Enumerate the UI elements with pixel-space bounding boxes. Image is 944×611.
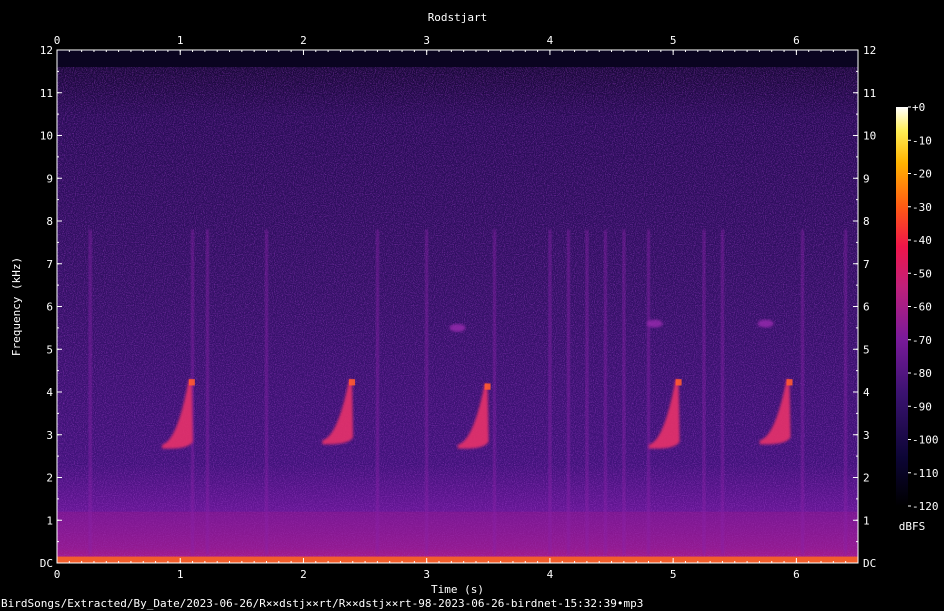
colorbar-tick-label: -100 — [912, 434, 939, 447]
y-tick-label-right: 2 — [863, 472, 870, 485]
y-tick-label-left: 3 — [46, 429, 53, 442]
x-tick-label-top: 6 — [793, 34, 800, 47]
click-streak — [702, 229, 706, 555]
click-streak — [844, 229, 848, 555]
song-call-peak — [349, 379, 356, 386]
click-streak — [603, 229, 607, 555]
chirp — [757, 319, 774, 328]
colorbar-gradient — [896, 107, 908, 506]
colorbar-tick-label: +0 — [912, 101, 925, 114]
y-tick-label-right: 1 — [863, 514, 870, 527]
click-streak — [205, 229, 209, 555]
y-tick-label-left: 9 — [46, 172, 53, 185]
colorbar-tick-label: -120 — [912, 500, 939, 513]
y-tick-label-right: 10 — [863, 130, 876, 143]
y-tick-label-right: 8 — [863, 215, 870, 228]
colorbar-tick-label: -60 — [912, 301, 932, 314]
y-tick-label-left: 6 — [46, 301, 53, 314]
x-tick-label-top: 1 — [177, 34, 184, 47]
x-tick-label-bottom: 5 — [670, 568, 677, 581]
dc-band — [57, 556, 858, 563]
y-tick-label-left: 10 — [40, 130, 53, 143]
colorbar-tick-label: -90 — [912, 400, 932, 413]
colorbar: +0 -10 -20 -30 -40 -50 -60 -70 -80 -90 -100 -110 -12… — [896, 101, 939, 533]
x-tick-label-top: 0 — [54, 34, 61, 47]
y-tick-label-right: 5 — [863, 343, 870, 356]
y-tick-label-left: 4 — [46, 386, 53, 399]
spectrogram-plot — [57, 50, 858, 563]
colorbar-label: dBFS — [899, 520, 926, 533]
click-streak — [375, 229, 379, 555]
low-band — [57, 511, 858, 555]
y-tick-label-right: 7 — [863, 258, 870, 271]
y-tick-label-right: 6 — [863, 301, 870, 314]
noise-texture — [57, 67, 858, 563]
click-streak — [425, 229, 429, 555]
x-tick-label-bottom: 1 — [177, 568, 184, 581]
x-tick-label-top: 5 — [670, 34, 677, 47]
click-streak — [647, 229, 651, 555]
chart-title: Rodstjart — [428, 11, 488, 24]
click-streak — [548, 229, 552, 555]
x-tick-label-bottom: 2 — [300, 568, 307, 581]
y-tick-label-right: 9 — [863, 172, 870, 185]
y-tick-label-left: DC — [40, 557, 53, 570]
colorbar-tick-label: -40 — [912, 234, 932, 247]
y-tick-label-left: 8 — [46, 215, 53, 228]
click-streak — [720, 229, 724, 555]
song-call-peak — [188, 379, 195, 386]
file-path-label: BirdSongs/Extracted/By_Date/2023-06-26/R… — [1, 597, 644, 610]
click-streak — [566, 229, 570, 555]
y-tick-label-left: 5 — [46, 343, 53, 356]
colorbar-tick-label: -110 — [912, 467, 939, 480]
chirp — [646, 319, 663, 328]
x-tick-label-bottom: 3 — [423, 568, 430, 581]
colorbar-tick-label: -70 — [912, 334, 932, 347]
colorbar-tick-label: -10 — [912, 134, 932, 147]
click-streak — [264, 229, 268, 555]
y-tick-label-right: 11 — [863, 87, 876, 100]
song-call-peak — [675, 379, 682, 386]
click-streak — [492, 229, 496, 555]
click-streak — [622, 229, 626, 555]
colorbar-tick-label: -80 — [912, 367, 932, 380]
x-axis-label: Time (s) — [431, 583, 484, 596]
chirp — [449, 323, 466, 332]
y-tick-label-left: 7 — [46, 258, 53, 271]
click-streak — [585, 229, 589, 555]
colorbar-tick-label: -50 — [912, 267, 932, 280]
song-call-peak — [484, 383, 491, 390]
x-tick-label-top: 4 — [547, 34, 554, 47]
y-tick-label-right: 12 — [863, 44, 876, 57]
y-tick-label-right: 4 — [863, 386, 870, 399]
colorbar-tick-label: -20 — [912, 168, 932, 181]
y-tick-label-left: 12 — [40, 44, 53, 57]
click-streak — [801, 229, 805, 555]
song-call-peak — [786, 379, 793, 386]
y-tick-label-left: 2 — [46, 472, 53, 485]
y-tick-label-right: 3 — [863, 429, 870, 442]
y-tick-label-left: 1 — [46, 514, 53, 527]
x-tick-label-bottom: 6 — [793, 568, 800, 581]
colorbar-tick-label: -30 — [912, 201, 932, 214]
y-tick-label-right: DC — [863, 557, 876, 570]
y-axis-label: Frequency (kHz) — [10, 257, 23, 356]
y-tick-label-left: 11 — [40, 87, 53, 100]
x-tick-label-bottom: 4 — [547, 568, 554, 581]
spectrogram-chart: 00112233445566DC DC1 12 23 34 45 56 67 78 89 910 10… — [10, 11, 939, 596]
x-tick-label-bottom: 0 — [54, 568, 61, 581]
x-tick-label-top: 3 — [423, 34, 430, 47]
x-tick-label-top: 2 — [300, 34, 307, 47]
click-streak — [88, 229, 92, 555]
